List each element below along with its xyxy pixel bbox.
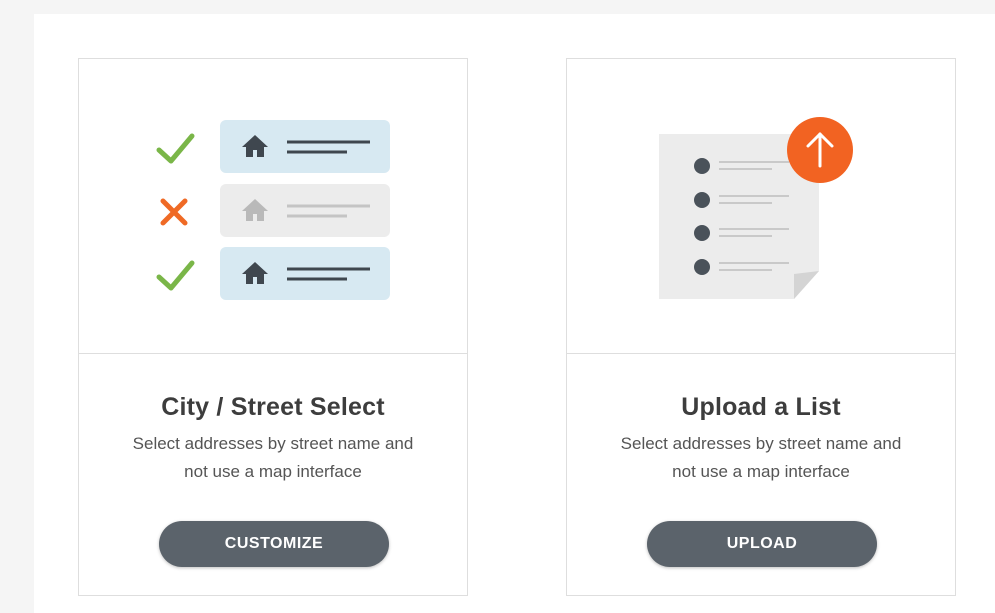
card-description: Select addresses by street name and not … <box>620 434 902 481</box>
options-panel: City / Street Select Select addresses by… <box>34 14 995 613</box>
card-description: Select addresses by street name and not … <box>132 434 414 481</box>
address-row-rejected <box>220 184 390 237</box>
upload-list-card: Upload a List Select addresses by street… <box>566 58 956 596</box>
close-icon <box>160 198 188 226</box>
upload-arrow-icon <box>787 117 853 183</box>
card-title: Upload a List <box>681 393 841 421</box>
city-street-select-card: City / Street Select Select addresses by… <box>78 58 468 596</box>
address-row-selected <box>220 120 390 173</box>
check-icon <box>156 133 195 164</box>
address-select-illustration <box>79 59 467 354</box>
address-row-selected <box>220 247 390 300</box>
upload-list-illustration <box>567 59 955 354</box>
customize-button[interactable]: CUSTOMIZE <box>159 521 389 567</box>
check-icon <box>156 260 195 291</box>
card-title: City / Street Select <box>161 393 385 421</box>
upload-button[interactable]: UPLOAD <box>647 521 877 567</box>
